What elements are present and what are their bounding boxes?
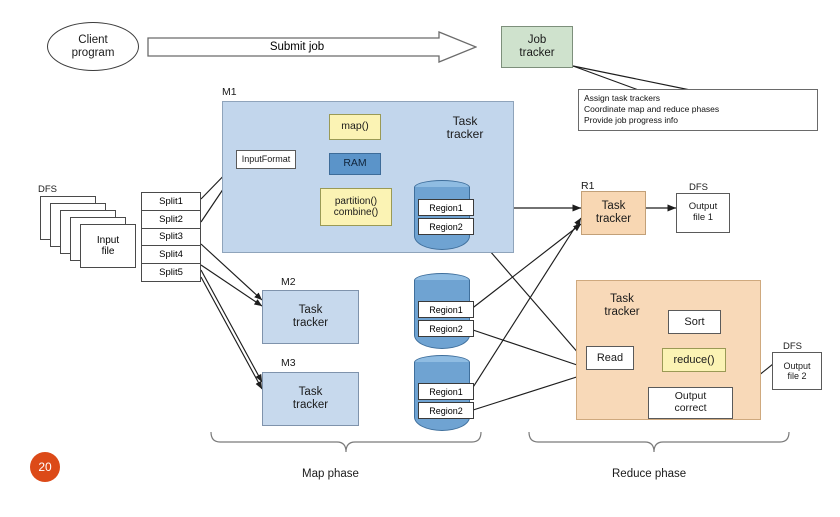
region-label: Region2 (429, 323, 463, 334)
sort-label: Sort (684, 315, 705, 328)
mapper-m2-label: M2 (281, 276, 296, 288)
region-item[interactable]: Region2 (418, 218, 474, 235)
region-label: Region2 (429, 405, 463, 416)
split-label: Split3 (159, 231, 183, 243)
region-label: Region1 (429, 202, 463, 213)
mapper-m3-tracker: Task tracker (262, 372, 359, 426)
client-program-line1: Client (78, 33, 108, 46)
reduce-function-node: reduce() (662, 348, 726, 372)
region-item[interactable]: Region1 (418, 301, 474, 318)
output-correct-line2: correct (674, 402, 707, 414)
job-tracker-line2: tracker (519, 47, 555, 59)
partition-label: partition() (334, 195, 378, 207)
output-file-2-line2: file 2 (787, 371, 807, 381)
reducer-r2-tracker-line2: tracker (604, 306, 640, 318)
reduce-phase-label: Reduce phase (612, 468, 687, 480)
map-phase-label: Map phase (302, 468, 359, 480)
map-function-node: map() (329, 114, 381, 140)
reduce-function-label: reduce() (673, 353, 715, 366)
job-tracker-note-line: Coordinate map and reduce phases (584, 103, 720, 114)
mapper-m1-region-store: Region1 Region2 (414, 180, 474, 252)
region-item[interactable]: Region2 (418, 402, 474, 419)
split-row[interactable]: Split2 (142, 211, 200, 229)
ram-label: RAM (343, 157, 367, 170)
region-label: Region2 (429, 221, 463, 232)
region-item[interactable]: Region1 (418, 383, 474, 400)
combine-label: combine() (333, 207, 379, 218)
split-label: Split2 (159, 213, 183, 225)
mapper-m2-region-store: Region1 Region2 (414, 273, 474, 351)
split-label: Split4 (159, 249, 183, 261)
dfs-output-file-2: Output file 2 (772, 352, 822, 390)
mapper-m1-tracker-line2: tracker (446, 127, 484, 141)
mapper-m3-region-store: Region1 Region2 (414, 355, 474, 433)
reducer-r2-tracker-line1: Task (610, 293, 634, 306)
read-label: Read (596, 351, 624, 364)
dfs-input-label: DFS (38, 184, 57, 195)
input-format-node: InputFormat (236, 150, 296, 169)
input-splits-list: Split1 Split2 Split3 Split4 Split5 (141, 192, 201, 282)
split-row[interactable]: Split3 (142, 229, 200, 247)
client-program-line2: program (71, 46, 115, 59)
sort-node: Sort (668, 310, 721, 334)
input-format-label: InputFormat (241, 154, 291, 165)
mapper-m2-tracker-line1: Task (298, 304, 323, 317)
region-item[interactable]: Region1 (418, 199, 474, 216)
dfs-output2-label: DFS (783, 341, 802, 352)
output-file-1-line2: file 1 (692, 212, 714, 223)
client-program-node: Client program (47, 22, 139, 71)
dfs-input-file-line2: file (101, 246, 115, 257)
split-label: Split5 (159, 267, 183, 279)
output-correct-node: Output correct (648, 387, 733, 419)
mapper-m1-tracker-line1: Task (452, 113, 478, 128)
reducer-r1-tracker: Task tracker (581, 191, 646, 235)
mapper-m3-label: M3 (281, 357, 296, 369)
dfs-input-file-line1: Input (96, 235, 120, 246)
dfs-input-file-stack: Input file (40, 196, 140, 268)
partition-combine-node: partition() combine() (320, 188, 392, 226)
reducer-r1-tracker-line1: Task (601, 200, 626, 213)
region-item[interactable]: Region2 (418, 320, 474, 337)
job-tracker-node: Job tracker (501, 26, 573, 68)
slide-canvas: Client program Submit job Job tracker As… (0, 0, 840, 517)
ram-node: RAM (329, 153, 381, 175)
dfs-output-file-1: Output file 1 (676, 193, 730, 233)
mapper-m2-tracker: Task tracker (262, 290, 359, 344)
job-tracker-note-line: Assign task trackers (584, 93, 661, 103)
reducer-r2-tracker-title: Task tracker (586, 288, 658, 324)
split-row[interactable]: Split4 (142, 246, 200, 265)
submit-job-label: Submit job (269, 41, 325, 53)
job-tracker-notes: Assign task trackers Coordinate map and … (578, 89, 818, 131)
map-function-label: map() (341, 120, 369, 133)
page-number-value: 20 (38, 460, 52, 474)
dfs-output1-label: DFS (689, 182, 708, 193)
split-row[interactable]: Split1 (142, 193, 200, 211)
dfs-input-file: Input file (80, 224, 136, 268)
region-label: Region1 (429, 304, 463, 315)
mapper-m1-tracker-title: Task tracker (424, 110, 506, 146)
output-file-2-line1: Output (783, 360, 811, 371)
submit-job-arrow: Submit job (147, 31, 477, 63)
mapper-m2-tracker-line2: tracker (292, 317, 329, 329)
job-tracker-line1: Job (527, 34, 547, 47)
split-row[interactable]: Split5 (142, 264, 200, 281)
read-node: Read (586, 346, 634, 370)
mapper-m3-tracker-line2: tracker (292, 399, 329, 411)
split-label: Split1 (159, 195, 183, 207)
page-number-badge: 20 (30, 452, 60, 482)
mapper-m1-label: M1 (222, 86, 237, 98)
reducer-r1-tracker-line2: tracker (595, 213, 632, 225)
mapper-m3-tracker-line1: Task (298, 386, 323, 399)
job-tracker-note-line: Provide job progress info (584, 114, 679, 125)
region-label: Region1 (429, 386, 463, 397)
